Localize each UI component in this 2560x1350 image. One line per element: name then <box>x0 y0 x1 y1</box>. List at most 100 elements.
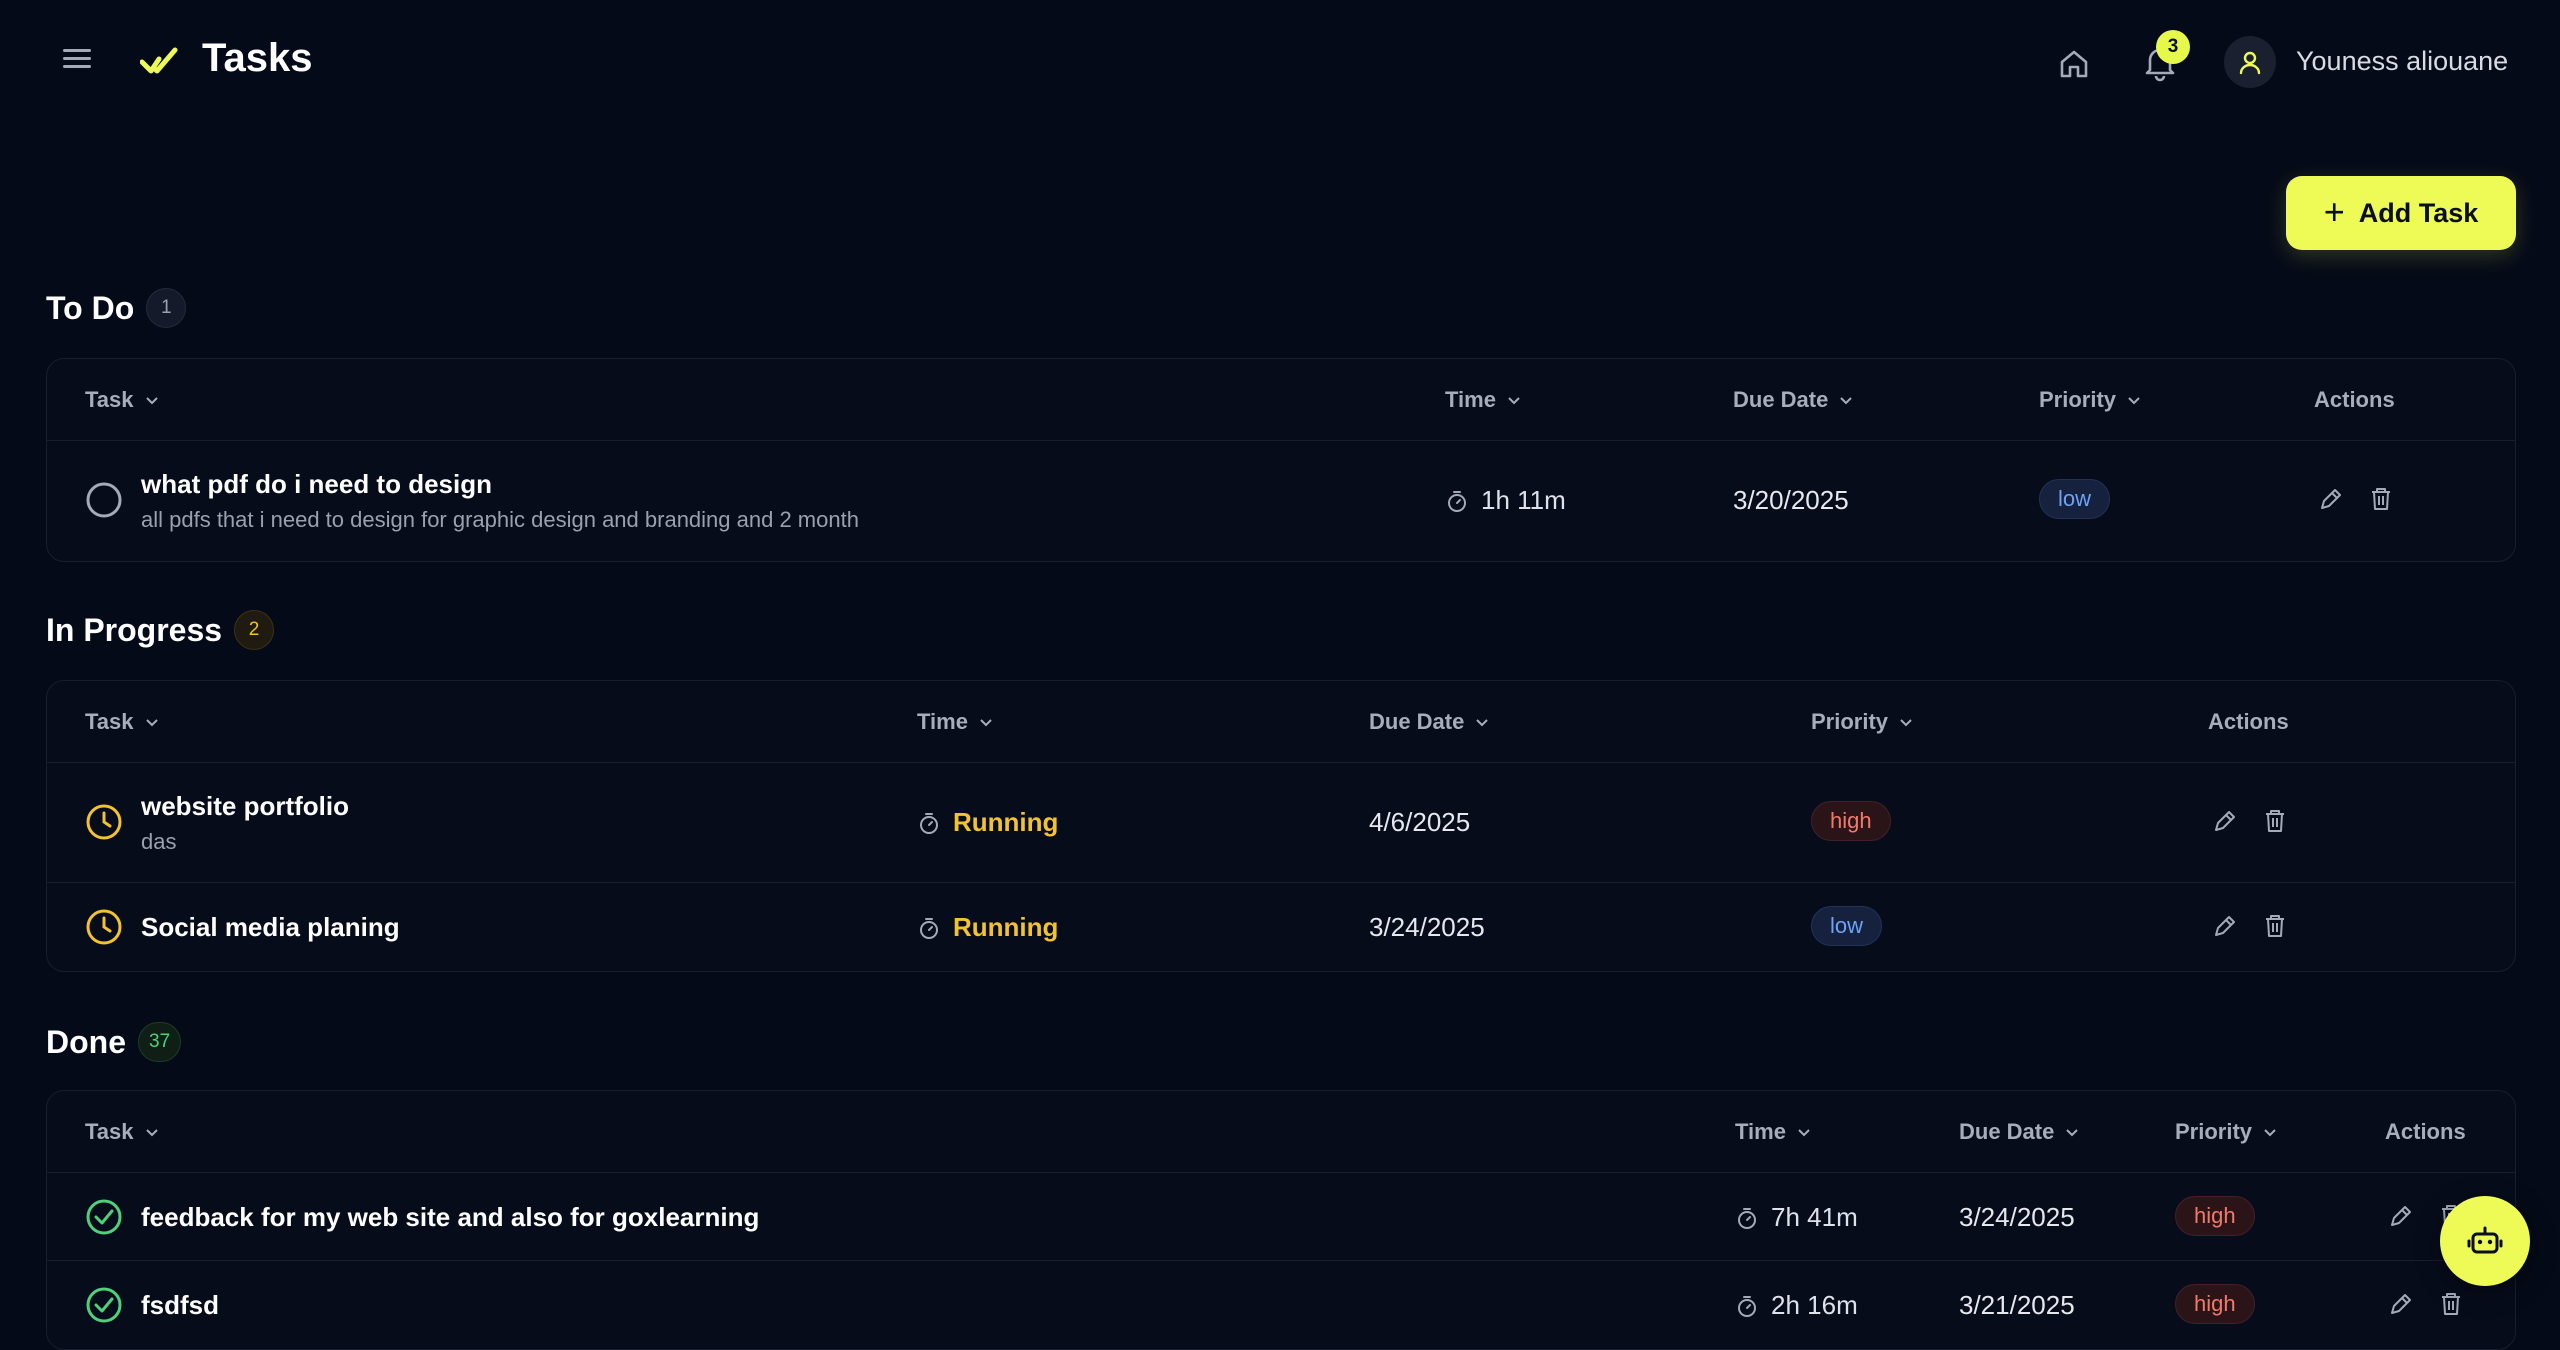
time-cell: 2h 16m <box>1735 1290 1858 1321</box>
top-bar: Tasks 3 Youness aliouane <box>0 0 2560 124</box>
stopwatch-icon <box>920 812 938 834</box>
time-cell: Running <box>917 807 1058 838</box>
trash-icon[interactable] <box>2261 807 2289 835</box>
stopwatch-icon <box>1738 1207 1756 1229</box>
chevron-down-icon <box>145 719 158 727</box>
column-task[interactable]: Task <box>85 1091 160 1173</box>
stopwatch-icon <box>1738 1295 1756 1317</box>
chevron-down-icon <box>2128 397 2140 405</box>
column-time[interactable]: Time <box>1445 359 1522 441</box>
trash-icon[interactable] <box>2261 912 2289 940</box>
chevron-down-icon <box>1798 1129 1810 1137</box>
section-todo-header: To Do 1 <box>46 288 187 328</box>
column-time[interactable]: Time <box>917 681 994 763</box>
check-circle-icon[interactable] <box>85 1286 123 1324</box>
table-header: Task Time Due Date Priority Actions <box>47 1091 2515 1173</box>
task-description: das <box>141 829 177 854</box>
todo-table: Task Time Due Date Priority Actions what… <box>46 358 2516 562</box>
section-title: Done <box>46 1023 126 1060</box>
section-title: To Do <box>46 289 135 326</box>
chevron-down-icon <box>145 1129 158 1137</box>
table-row[interactable]: website portfolio das Running 4/6/2025 h… <box>47 763 2515 883</box>
task-name: what pdf do i need to design <box>141 469 492 499</box>
edit-icon[interactable] <box>2387 1290 2415 1318</box>
priority-badge: high <box>2175 1196 2255 1236</box>
add-task-button[interactable]: + Add Task <box>2286 176 2516 250</box>
edit-icon[interactable] <box>2211 912 2239 940</box>
column-actions: Actions <box>2208 709 2289 734</box>
task-name: website portfolio <box>141 791 349 821</box>
edit-icon[interactable] <box>2317 485 2345 513</box>
column-priority[interactable]: Priority <box>2175 1091 2278 1173</box>
column-due-date[interactable]: Due Date <box>1369 681 1490 763</box>
home-icon[interactable] <box>2054 44 2094 84</box>
edit-icon[interactable] <box>2211 807 2239 835</box>
chevron-down-icon <box>1476 719 1489 727</box>
time-value: 1h 11m <box>1481 485 1566 515</box>
chevron-down-icon <box>1840 397 1853 405</box>
chevron-down-icon <box>980 719 992 727</box>
section-done-header: Done 37 <box>46 1022 182 1062</box>
table-row[interactable]: Social media planing Running 3/24/2025 l… <box>47 883 2515 971</box>
column-time[interactable]: Time <box>1735 1091 1812 1173</box>
stopwatch-icon <box>1448 490 1466 512</box>
time-cell: 7h 41m <box>1735 1202 1858 1233</box>
column-actions: Actions <box>2314 387 2395 412</box>
assistant-bot-button[interactable] <box>2440 1196 2530 1286</box>
time-value: 2h 16m <box>1771 1290 1858 1320</box>
add-task-label: Add Task <box>2358 197 2479 228</box>
section-count: 37 <box>138 1022 182 1062</box>
app-title: Tasks <box>202 36 313 80</box>
clock-status-icon[interactable] <box>85 908 123 946</box>
section-in-progress-header: In Progress 2 <box>46 610 275 650</box>
time-value: 7h 41m <box>1771 1202 1858 1232</box>
priority-badge: high <box>2175 1284 2255 1324</box>
time-cell: 1h 11m <box>1445 485 1566 516</box>
user-icon <box>2239 51 2261 75</box>
column-due-date[interactable]: Due Date <box>1959 1091 2080 1173</box>
section-count: 2 <box>234 610 275 650</box>
edit-icon[interactable] <box>2387 1202 2415 1230</box>
avatar[interactable] <box>2224 36 2276 88</box>
due-date: 3/24/2025 <box>1959 1202 2075 1232</box>
notification-badge: 3 <box>2156 30 2190 64</box>
table-header: Task Time Due Date Priority Actions <box>47 359 2515 441</box>
column-task[interactable]: Task <box>85 681 160 763</box>
time-value: Running <box>953 807 1059 837</box>
time-cell: Running <box>917 912 1058 943</box>
section-title: In Progress <box>46 611 223 648</box>
circle-status-icon[interactable] <box>85 481 123 519</box>
table-row[interactable]: what pdf do i need to design all pdfs th… <box>47 441 2515 561</box>
due-date: 4/6/2025 <box>1369 807 1471 837</box>
chevron-down-icon <box>2066 1129 2079 1137</box>
plus-icon: + <box>2323 190 2345 232</box>
column-priority[interactable]: Priority <box>2039 359 2142 441</box>
stopwatch-icon <box>920 917 938 939</box>
chevron-down-icon <box>145 397 158 405</box>
table-row[interactable]: fsdfsd 2h 16m 3/21/2025 high <box>47 1261 2515 1349</box>
check-circle-icon[interactable] <box>85 1198 123 1236</box>
trash-icon[interactable] <box>2437 1290 2465 1318</box>
priority-badge: low <box>2039 479 2111 519</box>
user-name[interactable]: Youness aliouane <box>2296 46 2508 77</box>
task-name: fsdfsd <box>141 1290 219 1320</box>
task-name: feedback for my web site and also for go… <box>141 1202 760 1232</box>
task-description: all pdfs that i need to design for graph… <box>141 507 859 532</box>
column-actions: Actions <box>2385 1119 2466 1144</box>
check-logo-icon <box>140 47 178 74</box>
column-due-date[interactable]: Due Date <box>1733 359 1854 441</box>
menu-icon[interactable] <box>60 44 94 78</box>
priority-badge: high <box>1811 801 1891 841</box>
table-row[interactable]: feedback for my web site and also for go… <box>47 1173 2515 1261</box>
section-count: 1 <box>146 288 187 328</box>
column-task[interactable]: Task <box>85 359 160 441</box>
chevron-down-icon <box>1900 719 1912 727</box>
done-table: Task Time Due Date Priority Actions feed… <box>46 1090 2516 1350</box>
priority-badge: low <box>1811 906 1883 946</box>
time-value: Running <box>953 912 1059 942</box>
clock-status-icon[interactable] <box>85 803 123 841</box>
due-date: 3/20/2025 <box>1733 485 1849 515</box>
trash-icon[interactable] <box>2367 485 2395 513</box>
column-priority[interactable]: Priority <box>1811 681 1914 763</box>
chevron-down-icon <box>1508 397 1520 405</box>
